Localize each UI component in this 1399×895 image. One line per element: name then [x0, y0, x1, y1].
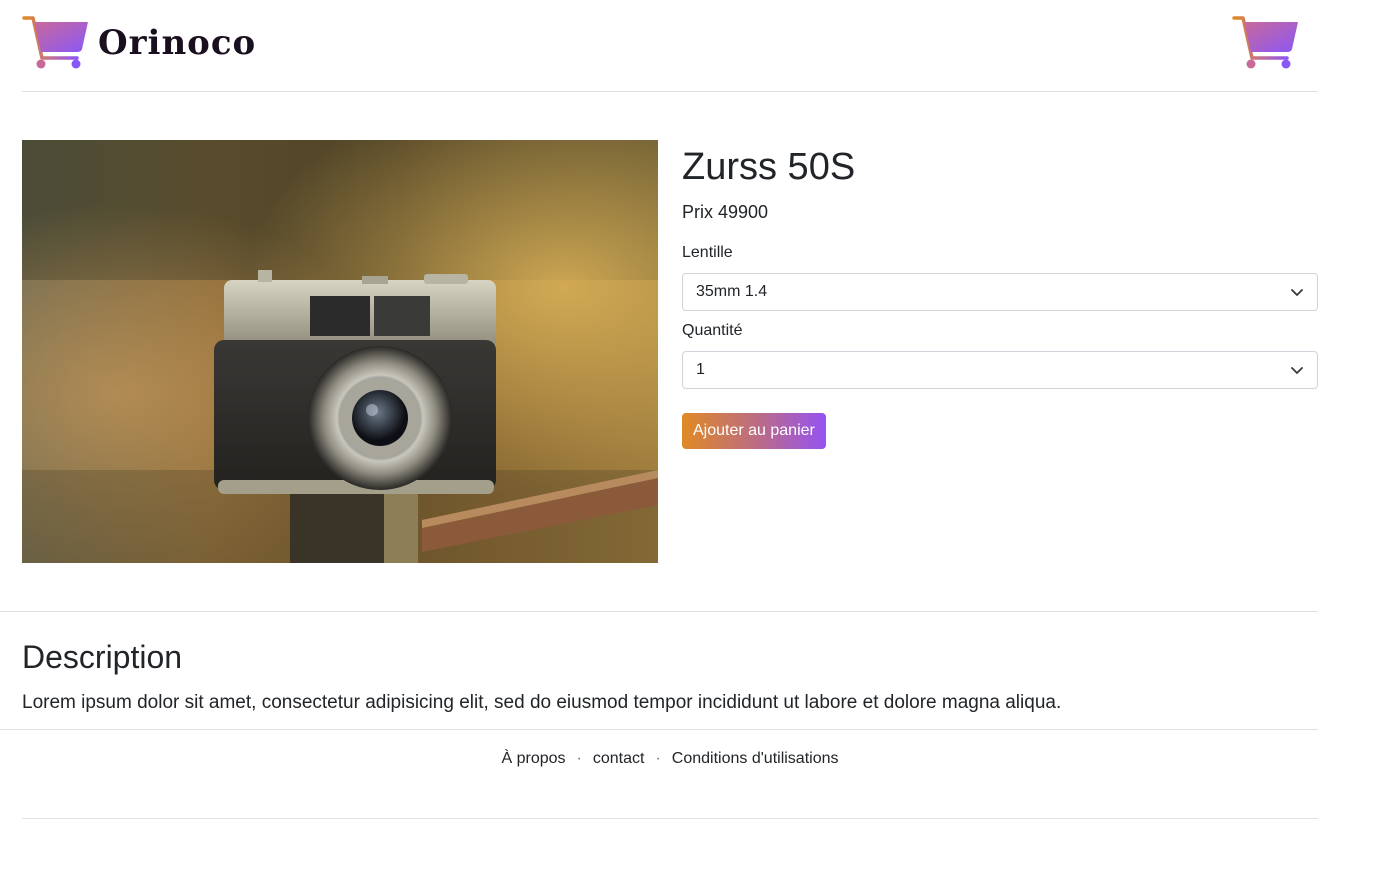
logo-cart-icon	[22, 14, 90, 72]
footer-divider-bottom	[22, 818, 1318, 819]
lens-selected-value: 35mm 1.4	[696, 283, 768, 300]
description-title: Description	[22, 639, 183, 675]
lens-select[interactable]: 35mm 1.4	[682, 273, 1318, 311]
add-to-cart-button[interactable]: Ajouter au panier	[682, 413, 826, 449]
description-divider	[0, 611, 1318, 612]
footer-link-terms[interactable]: Conditions d'utilisations	[672, 750, 839, 767]
lens-label: Lentille	[682, 244, 733, 261]
cart-button[interactable]	[1232, 14, 1300, 72]
brand-name[interactable]: Orinoco	[98, 18, 256, 68]
footer-separator: ·	[576, 750, 582, 767]
chevron-down-icon	[1291, 289, 1303, 296]
chevron-down-icon	[1291, 367, 1303, 374]
product-price: Prix 49900	[682, 200, 768, 224]
shopping-cart-icon	[1232, 16, 1298, 69]
price-label: Prix	[682, 202, 713, 222]
footer-separator: ·	[655, 750, 661, 767]
price-value: 49900	[718, 202, 769, 222]
footer-link-about[interactable]: À propos	[502, 750, 566, 767]
quantity-selected-value: 1	[696, 361, 705, 378]
product-title: Zurss 50S	[682, 146, 856, 188]
quantity-select[interactable]: 1	[682, 351, 1318, 389]
product-image	[22, 140, 658, 563]
header-divider	[22, 91, 1318, 92]
description-text: Lorem ipsum dolor sit amet, consectetur …	[22, 692, 1062, 713]
footer-divider-top	[0, 729, 1318, 730]
quantity-label: Quantité	[682, 322, 743, 339]
footer-link-contact[interactable]: contact	[593, 750, 645, 767]
footer-nav: À propos · contact · Conditions d'utilisatio…	[0, 748, 1340, 770]
